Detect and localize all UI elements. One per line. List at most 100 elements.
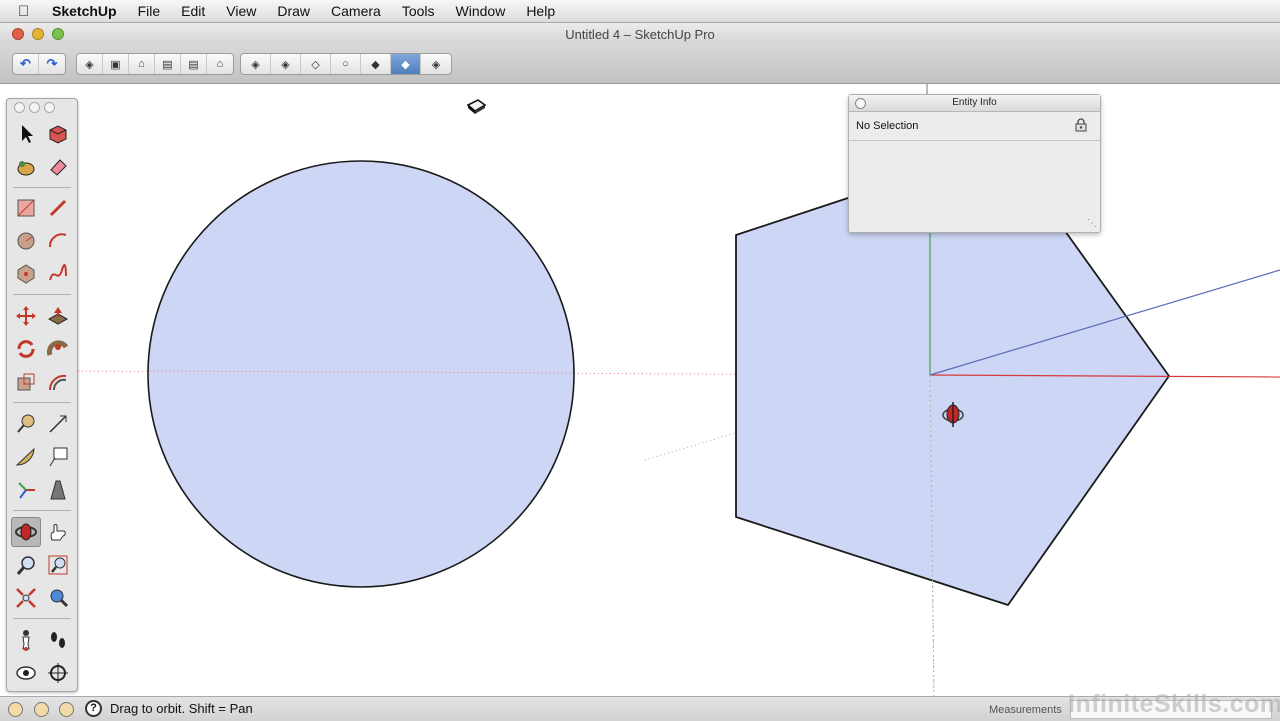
xray-icon: ◈ (251, 58, 260, 71)
push-pull-icon (47, 307, 69, 325)
monochrome-style-button[interactable]: ◈ (421, 54, 451, 74)
arc-tool[interactable] (43, 226, 73, 256)
zoom-window-button[interactable] (52, 28, 64, 40)
back-edges-style-button[interactable]: ◈ (271, 54, 301, 74)
shaded-textures-style-button[interactable]: ◆ (391, 54, 421, 74)
zoom-tool[interactable] (11, 550, 41, 580)
shaded-textures-icon: ◆ (401, 58, 410, 71)
protractor-icon (15, 447, 35, 466)
entity-info-panel: Entity Info No Selection ⋱ (848, 94, 1101, 233)
eraser-tool[interactable] (43, 152, 73, 182)
push-pull-tool[interactable] (43, 301, 73, 331)
follow-me-tool[interactable] (43, 334, 73, 364)
look-around-tool[interactable] (11, 658, 41, 688)
top-view-button[interactable]: ▣ (103, 54, 129, 74)
xray-style-button[interactable]: ◈ (241, 54, 271, 74)
protractor-tool[interactable] (11, 442, 41, 472)
redo-button[interactable]: ↷ (39, 54, 65, 74)
paint-bucket-icon (17, 161, 35, 176)
rotate-icon (17, 340, 35, 358)
move-tool[interactable] (11, 301, 41, 331)
credits-icon[interactable] (34, 702, 49, 717)
select-tool[interactable] (11, 119, 41, 149)
menu-edit[interactable]: Edit (181, 3, 205, 19)
follow-me-icon (46, 340, 69, 356)
menu-camera[interactable]: Camera (331, 3, 381, 19)
entity-info-selection-row: No Selection (849, 112, 1100, 141)
polygon-icon (17, 264, 35, 284)
eraser-icon (50, 159, 67, 176)
menu-view[interactable]: View (226, 3, 256, 19)
menu-app-name[interactable]: SketchUp (52, 3, 117, 19)
crosshair-icon (48, 663, 68, 683)
help-icon[interactable]: ? (85, 700, 102, 717)
axes-icon (18, 482, 35, 499)
arrow-cursor-icon (22, 125, 33, 143)
menu-help[interactable]: Help (526, 3, 555, 19)
lock-icon[interactable] (1074, 118, 1088, 132)
circle-face[interactable] (147, 160, 575, 588)
entity-info-title: Entity Info (952, 97, 997, 108)
scale-tool[interactable] (11, 367, 41, 397)
entity-info-close-button[interactable] (855, 98, 866, 109)
tape-measure-tool[interactable] (11, 409, 41, 439)
axes-tool[interactable] (11, 475, 41, 505)
front-view-button[interactable]: ⌂ (129, 54, 155, 74)
pentagon-face[interactable] (735, 197, 1170, 606)
hand-icon (50, 524, 66, 541)
dimension-tool[interactable] (43, 409, 73, 439)
entity-info-titlebar[interactable]: Entity Info (849, 95, 1100, 112)
make-component-tool[interactable] (43, 119, 73, 149)
resize-grip-icon[interactable]: ⋱ (1087, 218, 1097, 229)
walk-tool[interactable] (43, 625, 73, 655)
shaded-style-button[interactable]: ◆ (361, 54, 391, 74)
previous-view-tool[interactable] (43, 583, 73, 613)
apple-icon[interactable]:  (18, 3, 38, 20)
user-icon[interactable] (59, 702, 74, 717)
geo-location-icon[interactable] (8, 702, 23, 717)
menu-tools[interactable]: Tools (402, 3, 435, 19)
main-toolbar: ↶ ↷ ◈ ▣ ⌂ ▤ ▤ ⌂ ◈ ◈ ◇ ○ ◆ ◆ ◈ (0, 45, 1280, 114)
component-icon (49, 125, 67, 144)
window-controls (12, 28, 64, 40)
arc-icon (49, 233, 67, 248)
freehand-tool[interactable] (43, 259, 73, 289)
back-view-button[interactable]: ▤ (181, 54, 207, 74)
position-camera-tool[interactable] (11, 625, 41, 655)
polygon-tool[interactable] (11, 259, 41, 289)
text-tool[interactable] (43, 442, 73, 472)
rotate-tool[interactable] (11, 334, 41, 364)
back-edges-icon: ◈ (281, 58, 290, 71)
orbit-tool[interactable] (11, 517, 41, 547)
paint-bucket-tool[interactable] (11, 152, 41, 182)
menu-window[interactable]: Window (456, 3, 506, 19)
menu-draw[interactable]: Draw (277, 3, 310, 19)
circle-tool[interactable] (11, 226, 41, 256)
zoom-extents-tool[interactable] (11, 583, 41, 613)
monochrome-icon: ◈ (431, 58, 441, 71)
left-view-button[interactable]: ⌂ (207, 54, 233, 74)
menu-bar:  SketchUp File Edit View Draw Camera To… (0, 0, 1280, 23)
section-plane-tool[interactable] (43, 658, 73, 688)
rectangle-tool[interactable] (11, 193, 41, 223)
line-tool[interactable] (43, 193, 73, 223)
iso-view-button[interactable]: ◈ (77, 54, 103, 74)
status-message: Drag to orbit. Shift = Pan (110, 701, 253, 716)
menu-file[interactable]: File (138, 3, 161, 19)
wireframe-style-button[interactable]: ◇ (301, 54, 331, 74)
back-view-icon: ▤ (188, 58, 199, 71)
zoom-window-tool[interactable] (43, 550, 73, 580)
offset-tool[interactable] (43, 367, 73, 397)
undo-button[interactable]: ↶ (13, 54, 39, 74)
scale-icon (17, 373, 35, 391)
minimize-window-button[interactable] (32, 28, 44, 40)
left-view-icon: ⌂ (216, 58, 224, 70)
zoom-extents-icon (16, 588, 36, 608)
3d-text-tool[interactable] (43, 475, 73, 505)
right-view-button[interactable]: ▤ (155, 54, 181, 74)
circle-icon (17, 232, 35, 250)
hidden-line-style-button[interactable]: ○ (331, 54, 361, 74)
eye-icon (16, 666, 36, 680)
close-window-button[interactable] (12, 28, 24, 40)
pan-tool[interactable] (43, 517, 73, 547)
